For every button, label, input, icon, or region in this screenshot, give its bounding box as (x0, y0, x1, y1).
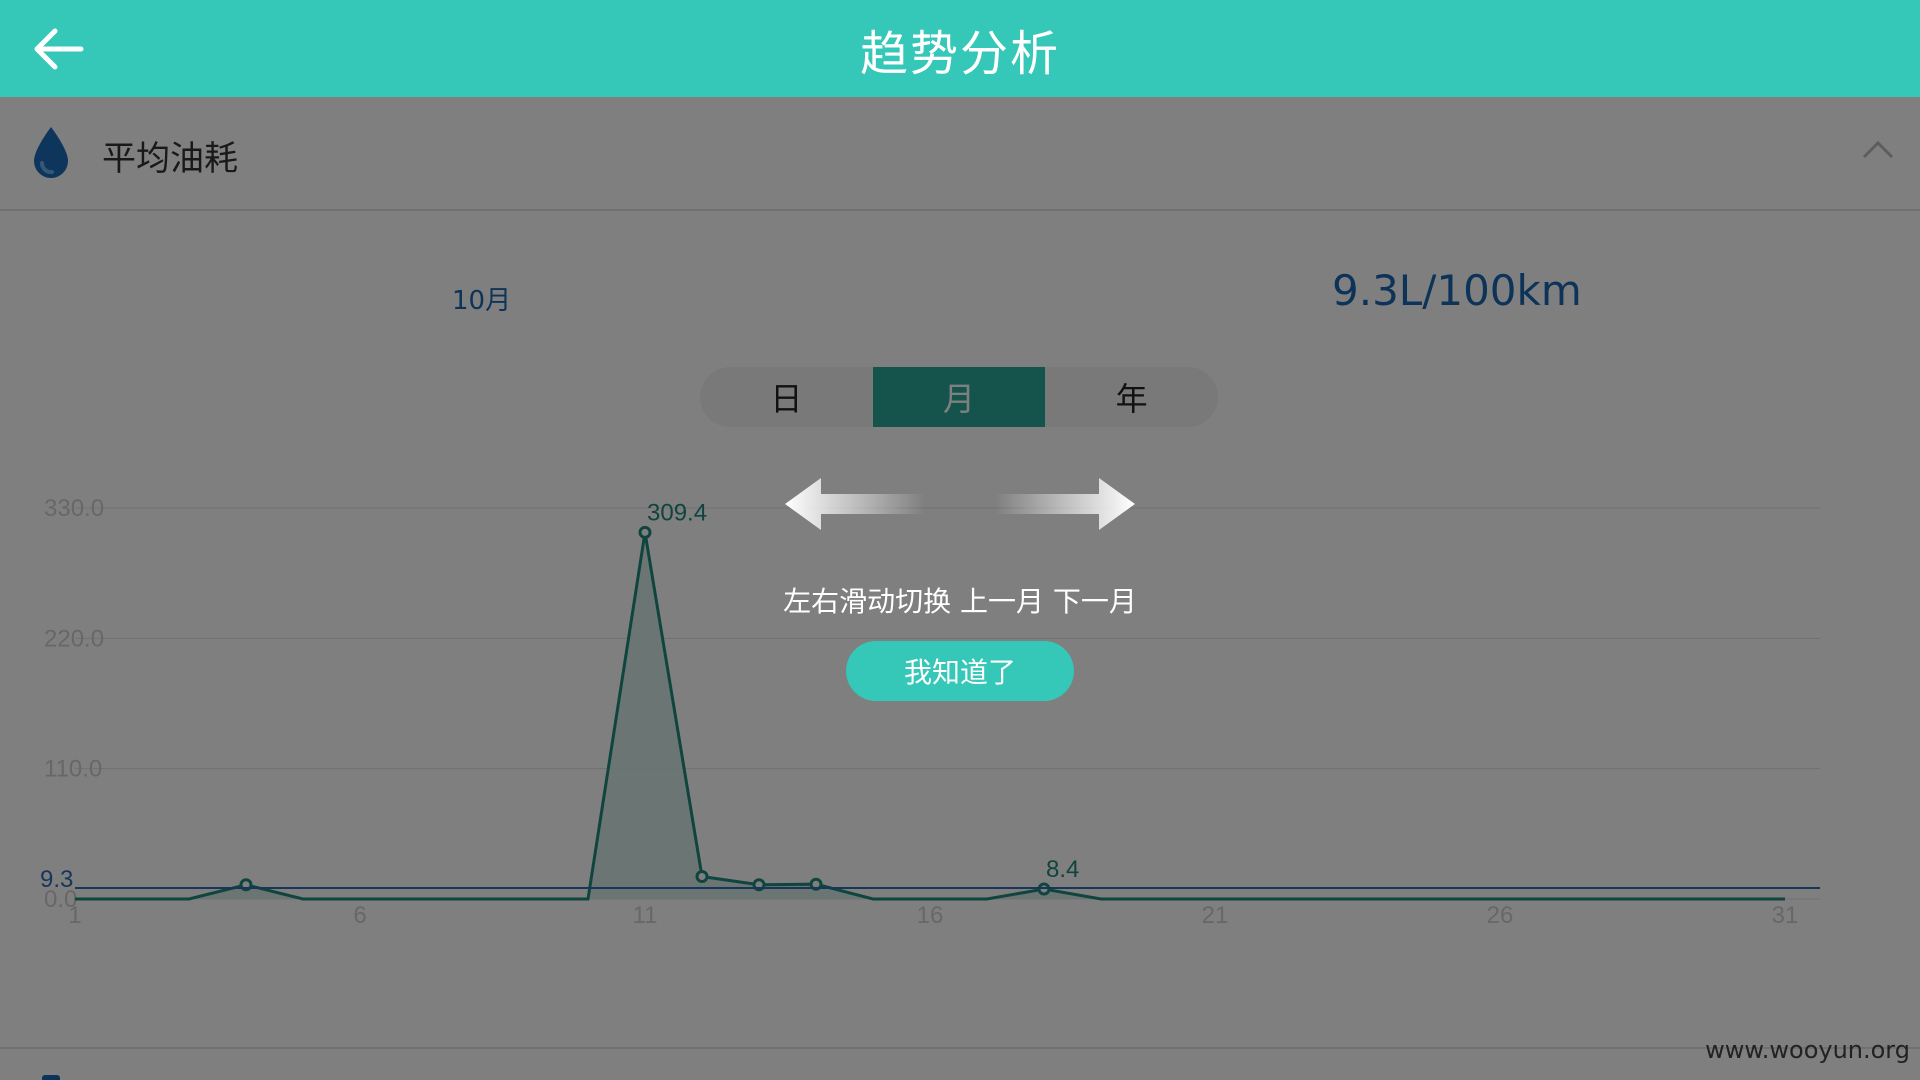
got-it-button[interactable]: 我知道了 (846, 641, 1074, 701)
top-bar: 趋势分析 (0, 0, 1920, 97)
page-title: 趋势分析 (859, 25, 1060, 82)
swipe-arrows-icon (785, 478, 1135, 530)
watermark: www.wooyun.org (1705, 1036, 1910, 1064)
back-button[interactable] (28, 18, 90, 80)
swipe-hint: 左右滑动切换 上一月 下一月 (783, 585, 1137, 618)
back-arrow-icon (34, 28, 84, 70)
